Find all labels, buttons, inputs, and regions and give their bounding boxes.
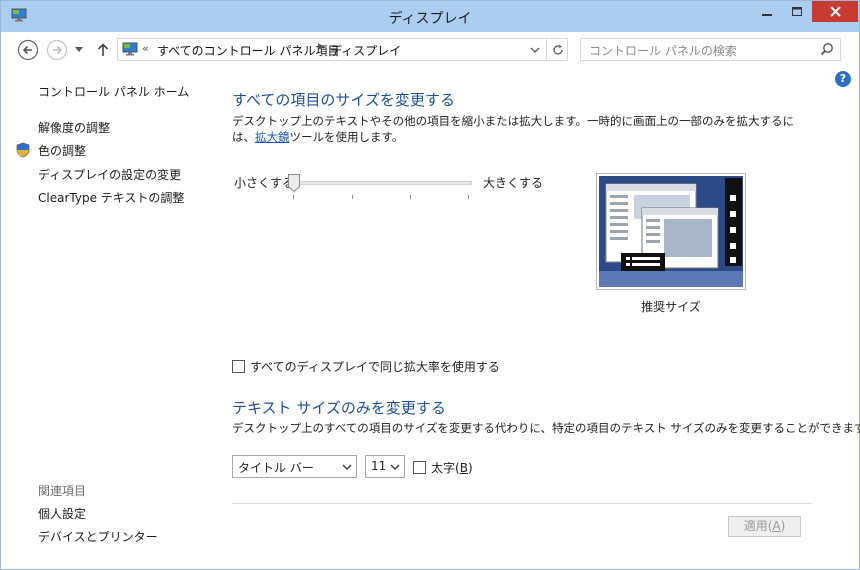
section-title-change-all-sizes: すべての項目のサイズを変更する <box>232 91 455 109</box>
slider-label-smaller: 小さくする <box>234 176 295 190</box>
up-button[interactable] <box>93 39 113 61</box>
description-text-end: ツールを使用します。 <box>289 130 404 144</box>
minimize-icon <box>762 13 772 16</box>
breadcrumb-all-items[interactable]: すべてのコントロール パネル項目 <box>157 42 340 59</box>
magnifier-link[interactable]: 拡大鏡 <box>255 130 290 144</box>
apply-button[interactable]: 適用(A) <box>728 516 801 537</box>
slider-label-larger: 大きくする <box>483 176 544 190</box>
same-scale-option[interactable]: すべてのディスプレイで同じ拡大率を使用する <box>232 358 500 375</box>
bold-label: 太字 <box>431 461 456 475</box>
address-dropdown-button[interactable] <box>524 39 546 60</box>
font-size-select[interactable]: 11 <box>365 455 405 478</box>
item-select-value: タイトル バー <box>238 461 314 475</box>
size-slider-track[interactable] <box>289 181 472 185</box>
section-title-change-text-size: テキスト サイズのみを変更する <box>232 399 446 417</box>
forward-arrow-icon <box>46 39 68 61</box>
refresh-button[interactable] <box>546 39 568 60</box>
search-icon[interactable] <box>820 42 834 56</box>
slider-tick <box>410 195 411 199</box>
same-scale-label: すべてのディスプレイで同じ拡大率を使用する <box>250 360 500 374</box>
chevron-down-icon <box>530 47 540 53</box>
recent-locations-button[interactable] <box>71 39 87 61</box>
control-panel-icon <box>122 42 138 56</box>
maximize-button[interactable] <box>782 1 812 22</box>
related-items-header: 関連項目 <box>38 484 87 498</box>
font-size-select-value: 11 <box>371 459 387 473</box>
chevron-down-icon <box>342 464 352 471</box>
chevron-down-icon <box>390 464 400 471</box>
breadcrumb-separator[interactable]: ▶ <box>318 42 325 52</box>
close-icon <box>829 6 841 17</box>
item-select[interactable]: タイトル バー <box>232 455 357 478</box>
apply-label: 適用 <box>743 519 768 533</box>
display-window: ディスプレイ « すべてのコントロール パネル項目 ▶ ディスプレイ コントロー… <box>0 0 860 570</box>
sidebar-item-personalization[interactable]: 個人設定 <box>38 505 86 522</box>
back-button[interactable] <box>17 39 39 61</box>
window-title: ディスプレイ <box>388 11 472 27</box>
address-bar[interactable]: « すべてのコントロール パネル項目 ▶ ディスプレイ <box>117 38 568 61</box>
slider-tick <box>352 195 353 199</box>
navigation-bar: « すべてのコントロール パネル項目 ▶ ディスプレイ コントロール パネルの検… <box>1 32 859 67</box>
section-description-change-text-size: デスクトップ上のすべての項目のサイズを変更する代わりに、特定の項目のテキスト サ… <box>232 421 860 435</box>
size-slider-thumb[interactable] <box>288 174 300 192</box>
slider-tick <box>468 195 469 199</box>
breadcrumb-display[interactable]: ディスプレイ <box>330 42 401 59</box>
sidebar-item-calibrate-color[interactable]: 色の調整 <box>38 142 86 159</box>
apply-hotkey: A <box>772 519 781 533</box>
refresh-icon <box>552 44 563 55</box>
bold-checkbox[interactable] <box>413 461 426 474</box>
divider <box>232 503 812 504</box>
forward-button[interactable] <box>46 39 68 61</box>
sidebar-item-devices-printers[interactable]: デバイスとプリンター <box>38 528 158 545</box>
sidebar-item-control-panel-home[interactable]: コントロール パネル ホーム <box>38 83 189 100</box>
sidebar-item-change-display-settings[interactable]: ディスプレイの設定の変更 <box>38 166 181 183</box>
search-box[interactable]: コントロール パネルの検索 <box>580 38 841 61</box>
sidebar-item-cleartype[interactable]: ClearType テキストの調整 <box>38 189 184 206</box>
preview-caption: 推奨サイズ <box>641 300 701 314</box>
close-button[interactable] <box>812 1 858 22</box>
search-placeholder: コントロール パネルの検索 <box>589 44 737 58</box>
maximize-icon <box>792 6 802 16</box>
shield-icon <box>16 142 30 158</box>
same-scale-checkbox[interactable] <box>232 360 245 373</box>
sidebar: コントロール パネル ホーム 解像度の調整 色の調整 ディスプレイの設定の変更 … <box>1 67 211 569</box>
title-bar[interactable]: ディスプレイ <box>1 1 859 32</box>
back-arrow-icon <box>17 39 39 61</box>
section-description-change-all-sizes: デスクトップ上のテキストやその他の項目を縮小または拡大します。一時的に画面上の一… <box>232 113 812 145</box>
breadcrumb-overflow[interactable]: « <box>142 42 149 55</box>
bold-option[interactable]: 太字(B) <box>413 459 473 476</box>
sidebar-item-adjust-resolution[interactable]: 解像度の調整 <box>38 119 110 136</box>
chevron-down-icon <box>75 47 83 52</box>
help-icon[interactable]: ? <box>835 71 851 87</box>
up-arrow-icon <box>97 43 109 56</box>
slider-tick <box>293 195 294 199</box>
bold-hotkey: B <box>459 460 468 475</box>
size-preview-image <box>596 173 746 290</box>
minimize-button[interactable] <box>752 1 782 22</box>
